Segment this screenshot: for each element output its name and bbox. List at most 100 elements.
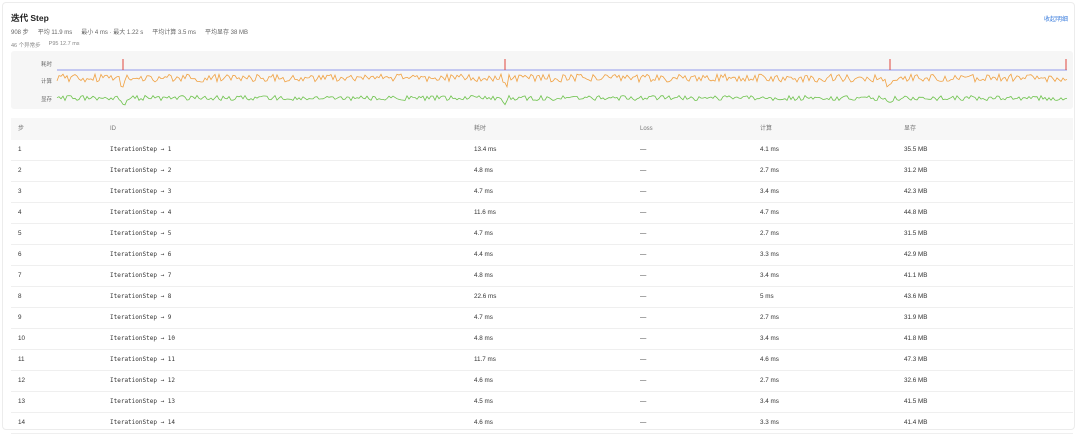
table-row[interactable]: 6 IterationStep → 6 4.4 ms — 3.3 ms 42.9 MB <box>11 245 1073 266</box>
cell-compute: 2.7 ms <box>760 377 779 384</box>
cell-time: 4.5 ms <box>474 398 493 405</box>
cell-compute: 3.4 ms <box>760 188 779 195</box>
secondary-stats: 46 个异常步 P95 12.7 ms <box>11 41 80 49</box>
cell-step: 5 <box>18 230 22 237</box>
table-row[interactable]: 14 IterationStep → 14 4.6 ms — 3.3 ms 41.4 MB <box>11 413 1073 434</box>
cell-step: 6 <box>18 251 22 258</box>
table-row[interactable]: 10 IterationStep → 10 4.8 ms — 3.4 ms 41.8 MB <box>11 329 1073 350</box>
cell-loss: — <box>640 398 647 405</box>
p95-time: P95 12.7 ms <box>48 41 80 47</box>
table-row[interactable]: 4 IterationStep → 4 11.6 ms — 4.7 ms 44.8 MB <box>11 203 1073 224</box>
table-row[interactable]: 7 IterationStep → 7 4.8 ms — 3.4 ms 41.1 MB <box>11 266 1073 287</box>
cell-memory: 31.9 MB <box>904 314 928 321</box>
compute-sparkline <box>56 72 1068 89</box>
table-row[interactable]: 1 IterationStep → 1 13.4 ms — 4.1 ms 35.5 MB <box>11 140 1073 161</box>
cell-time: 4.6 ms <box>474 377 493 384</box>
cell-loss: — <box>640 293 647 300</box>
header-loss: Loss <box>640 126 653 132</box>
cell-compute: 2.7 ms <box>760 230 779 237</box>
cell-loss: — <box>640 335 647 342</box>
sparkline-label-memory: 显存 <box>41 95 53 103</box>
table-header: 步 ID 耗时 Loss 计算 显存 <box>11 118 1073 140</box>
cell-step: 8 <box>18 293 22 300</box>
cell-time: 4.4 ms <box>474 251 493 258</box>
table-row[interactable]: 5 IterationStep → 5 4.7 ms — 2.7 ms 31.5 MB <box>11 224 1073 245</box>
cell-compute: 2.7 ms <box>760 167 779 174</box>
cell-loss: — <box>640 314 647 321</box>
cell-loss: — <box>640 419 647 426</box>
cell-time: 4.8 ms <box>474 167 493 174</box>
cell-memory: 47.3 MB <box>904 356 928 363</box>
cell-time: 4.7 ms <box>474 188 493 195</box>
cell-id: IterationStep → 4 <box>110 209 172 216</box>
cell-step: 12 <box>18 377 26 384</box>
header-step: 步 <box>18 126 25 132</box>
cell-time: 11.7 ms <box>474 356 496 363</box>
cell-loss: — <box>640 209 647 216</box>
cell-id: IterationStep → 5 <box>110 230 172 237</box>
sparkline-label-compute: 计算 <box>41 77 53 85</box>
cell-time: 4.6 ms <box>474 419 493 426</box>
cell-memory: 44.8 MB <box>904 209 928 216</box>
anomaly-count: 46 个异常步 <box>11 43 41 49</box>
cell-id: IterationStep → 10 <box>110 335 176 342</box>
cell-id: IterationStep → 8 <box>110 293 172 300</box>
header-compute: 计算 <box>760 126 773 132</box>
avg-compute: 平均计算 3.5 ms <box>152 30 196 36</box>
table-row[interactable]: 12 IterationStep → 12 4.6 ms — 2.7 ms 32.6 MB <box>11 371 1073 392</box>
table-row[interactable]: 13 IterationStep → 13 4.5 ms — 3.4 ms 41.5 MB <box>11 392 1073 413</box>
iteration-step-card: 迭代 Step 收起明细 908 步 平均 11.9 ms 最小 4 ms · … <box>2 2 1075 434</box>
cell-time: 4.8 ms <box>474 335 493 342</box>
cell-step: 4 <box>18 209 22 216</box>
cell-time: 4.7 ms <box>474 230 493 237</box>
cell-id: IterationStep → 11 <box>110 356 176 363</box>
cell-time: 11.6 ms <box>474 209 496 216</box>
table-row[interactable]: 2 IterationStep → 2 4.8 ms — 2.7 ms 31.2 MB <box>11 161 1073 182</box>
cell-memory: 41.8 MB <box>904 335 928 342</box>
sparkline-chart: 耗时 计算 显存 <box>41 59 1068 106</box>
cell-loss: — <box>640 251 647 258</box>
cell-compute: 4.1 ms <box>760 146 779 153</box>
cell-memory: 41.4 MB <box>904 419 928 426</box>
cell-memory: 41.5 MB <box>904 398 928 405</box>
cell-id: IterationStep → 13 <box>110 398 176 405</box>
cell-loss: — <box>640 230 647 237</box>
cell-id: IterationStep → 7 <box>110 272 172 279</box>
cell-id: IterationStep → 9 <box>110 314 172 321</box>
cell-loss: — <box>640 272 647 279</box>
cell-compute: 3.3 ms <box>760 419 779 426</box>
time-range: 最小 4 ms · 最大 1.22 s <box>81 30 144 36</box>
cell-step: 3 <box>18 188 22 195</box>
header-memory: 显存 <box>904 126 917 132</box>
cell-time: 13.4 ms <box>474 146 497 153</box>
cell-id: IterationStep → 1 <box>110 146 172 153</box>
cell-compute: 4.7 ms <box>760 209 779 216</box>
header-time: 耗时 <box>474 126 487 132</box>
cell-step: 14 <box>18 419 26 426</box>
sparkline-panel: 耗时 计算 显存 <box>11 51 1073 109</box>
cell-id: IterationStep → 6 <box>110 251 172 258</box>
cell-loss: — <box>640 188 647 195</box>
cell-step: 1 <box>18 146 22 153</box>
cell-memory: 35.5 MB <box>904 146 928 153</box>
header-id: ID <box>110 126 116 132</box>
sparkline-label-time: 耗时 <box>41 60 53 68</box>
memory-sparkline <box>56 94 1068 106</box>
table-row[interactable]: 9 IterationStep → 9 4.7 ms — 2.7 ms 31.9 MB <box>11 308 1073 329</box>
cell-loss: — <box>640 356 647 363</box>
cell-memory: 43.6 MB <box>904 293 928 300</box>
avg-time: 平均 11.9 ms <box>37 30 73 36</box>
cell-compute: 3.4 ms <box>760 398 779 405</box>
cell-compute: 3.3 ms <box>760 251 779 258</box>
table-row[interactable]: 8 IterationStep → 8 22.6 ms — 5 ms 43.6 MB <box>11 287 1073 308</box>
cell-step: 2 <box>18 167 22 174</box>
collapse-details-link[interactable]: 收起明细 <box>1044 14 1068 23</box>
cell-memory: 32.6 MB <box>904 377 928 384</box>
cell-compute: 3.4 ms <box>760 272 779 279</box>
step-count: 908 步 <box>11 30 29 36</box>
cell-memory: 41.1 MB <box>904 272 928 279</box>
cell-memory: 42.3 MB <box>904 188 928 195</box>
cell-id: IterationStep → 14 <box>110 419 176 426</box>
table-row[interactable]: 3 IterationStep → 3 4.7 ms — 3.4 ms 42.3 MB <box>11 182 1073 203</box>
table-row[interactable]: 11 IterationStep → 11 11.7 ms — 4.6 ms 47.3 M… <box>11 350 1073 371</box>
